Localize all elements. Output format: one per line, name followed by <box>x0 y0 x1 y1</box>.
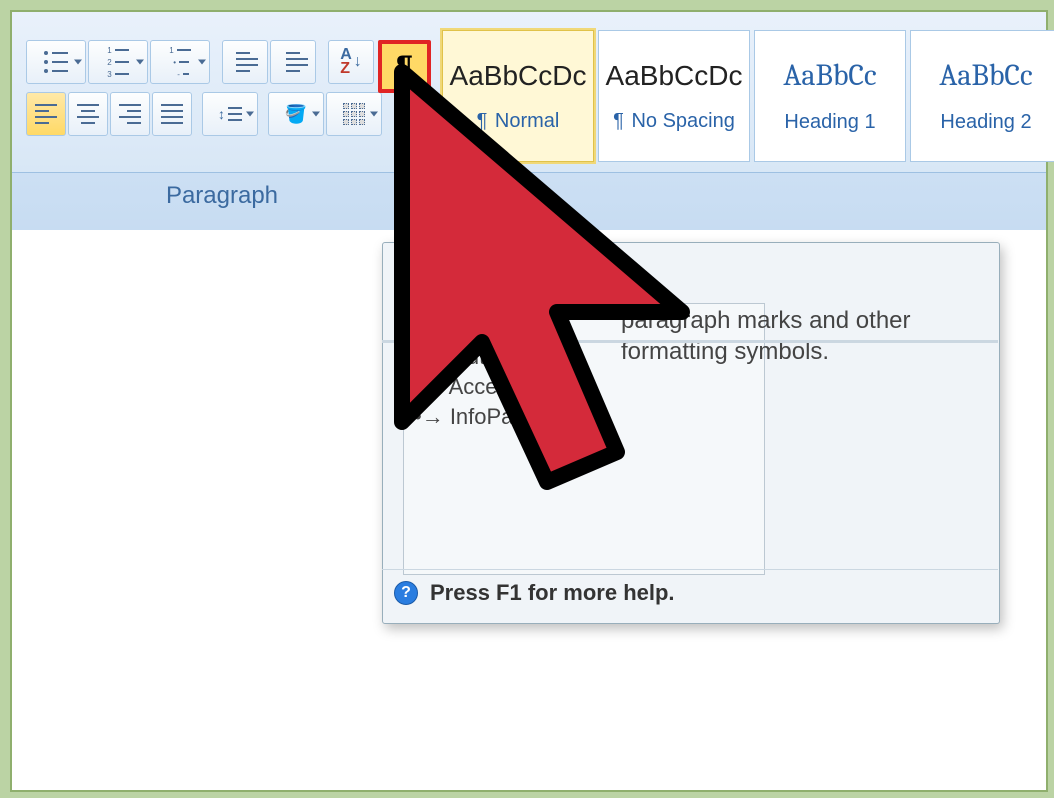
show-hide-pilcrow-button[interactable]: ¶ <box>378 40 431 93</box>
pilcrow-icon: ¶ <box>396 50 413 84</box>
tooltip-description: paragraph marks and other formatting sym… <box>621 305 911 367</box>
multilevel-icon: 1•- <box>169 46 190 79</box>
style-preview: AaBbCcDc <box>450 60 587 92</box>
style-label: ¶ No Spacing <box>613 110 735 133</box>
align-left-button[interactable] <box>26 92 66 136</box>
line-spacing-icon: ↕ <box>218 106 242 122</box>
numbering-button[interactable]: 123 <box>88 40 148 84</box>
chevron-down-icon <box>312 112 320 117</box>
bullets-icon <box>44 51 68 73</box>
tooltip-divider-bottom <box>382 569 998 570</box>
style-no-spacing[interactable]: AaBbCcDc ¶ No Spacing <box>598 30 750 162</box>
tooltip-help-row: ? Press F1 for more help. <box>394 580 675 606</box>
justify-button[interactable] <box>152 92 192 136</box>
sort-icon: AZ <box>340 48 352 77</box>
bullets-button[interactable] <box>26 40 86 84</box>
tooltip-help-text: Press F1 for more help. <box>430 580 675 606</box>
decrease-indent-button[interactable] <box>222 40 268 84</box>
chevron-down-icon <box>246 112 254 117</box>
borders-icon <box>343 103 365 125</box>
align-center-icon <box>77 104 99 124</box>
help-icon: ? <box>394 581 418 605</box>
paragraph-group-label: Paragraph <box>22 182 422 210</box>
style-heading-2[interactable]: AaBbCc Heading 2 <box>910 30 1054 162</box>
align-center-button[interactable] <box>68 92 108 136</box>
style-gallery: AaBbCcDc¶ NormalAaBbCcDc¶ No SpacingAaBb… <box>442 30 1054 162</box>
style-label: Heading 2 <box>940 111 1031 134</box>
style-preview: AaBbCc <box>939 58 1032 93</box>
chevron-down-icon <box>198 60 206 65</box>
style-label: Heading 1 <box>784 111 875 134</box>
align-left-icon <box>35 104 57 124</box>
borders-button[interactable] <box>326 92 382 136</box>
chevron-down-icon <box>136 60 144 65</box>
style-preview: AaBbCc <box>783 58 876 93</box>
style-label: ¶ Normal <box>477 110 560 133</box>
tooltip-panel: Sh •→ Power•→ Outlook•→ Access¶•→ InfoPa… <box>382 242 1000 624</box>
tooltip-list-item: •→ Access¶ <box>414 374 754 400</box>
style-preview: AaBbCcDc <box>606 60 743 92</box>
sort-button[interactable]: AZ ↓ <box>328 40 374 84</box>
line-spacing-button[interactable]: ↕ <box>202 92 258 136</box>
tooltip-list-item: •→ InfoPath¶ <box>414 404 754 430</box>
chevron-down-icon <box>74 60 82 65</box>
tooltip-title: Sh <box>399 251 430 279</box>
tooltip-divider <box>382 340 998 343</box>
ribbon: 123 1•- AZ ↓ <box>12 12 1046 230</box>
shading-button[interactable]: 🪣 <box>268 92 324 136</box>
sort-letter-z: Z <box>340 62 352 76</box>
chevron-down-icon <box>370 112 378 117</box>
numbering-icon: 123 <box>107 46 128 79</box>
multilevel-list-button[interactable]: 1•- <box>150 40 210 84</box>
style-normal[interactable]: AaBbCcDc ¶ Normal <box>442 30 594 162</box>
justify-icon <box>161 104 183 124</box>
app-frame: 123 1•- AZ ↓ <box>10 10 1048 792</box>
style-heading-1[interactable]: AaBbCc Heading 1 <box>754 30 906 162</box>
shading-icon: 🪣 <box>285 104 307 125</box>
align-right-icon <box>119 104 141 124</box>
decrease-indent-icon <box>236 52 258 72</box>
increase-indent-icon <box>286 52 308 72</box>
ribbon-panel: 123 1•- AZ ↓ <box>12 12 1046 173</box>
sort-arrow: ↓ <box>354 53 362 71</box>
align-right-button[interactable] <box>110 92 150 136</box>
increase-indent-button[interactable] <box>270 40 316 84</box>
